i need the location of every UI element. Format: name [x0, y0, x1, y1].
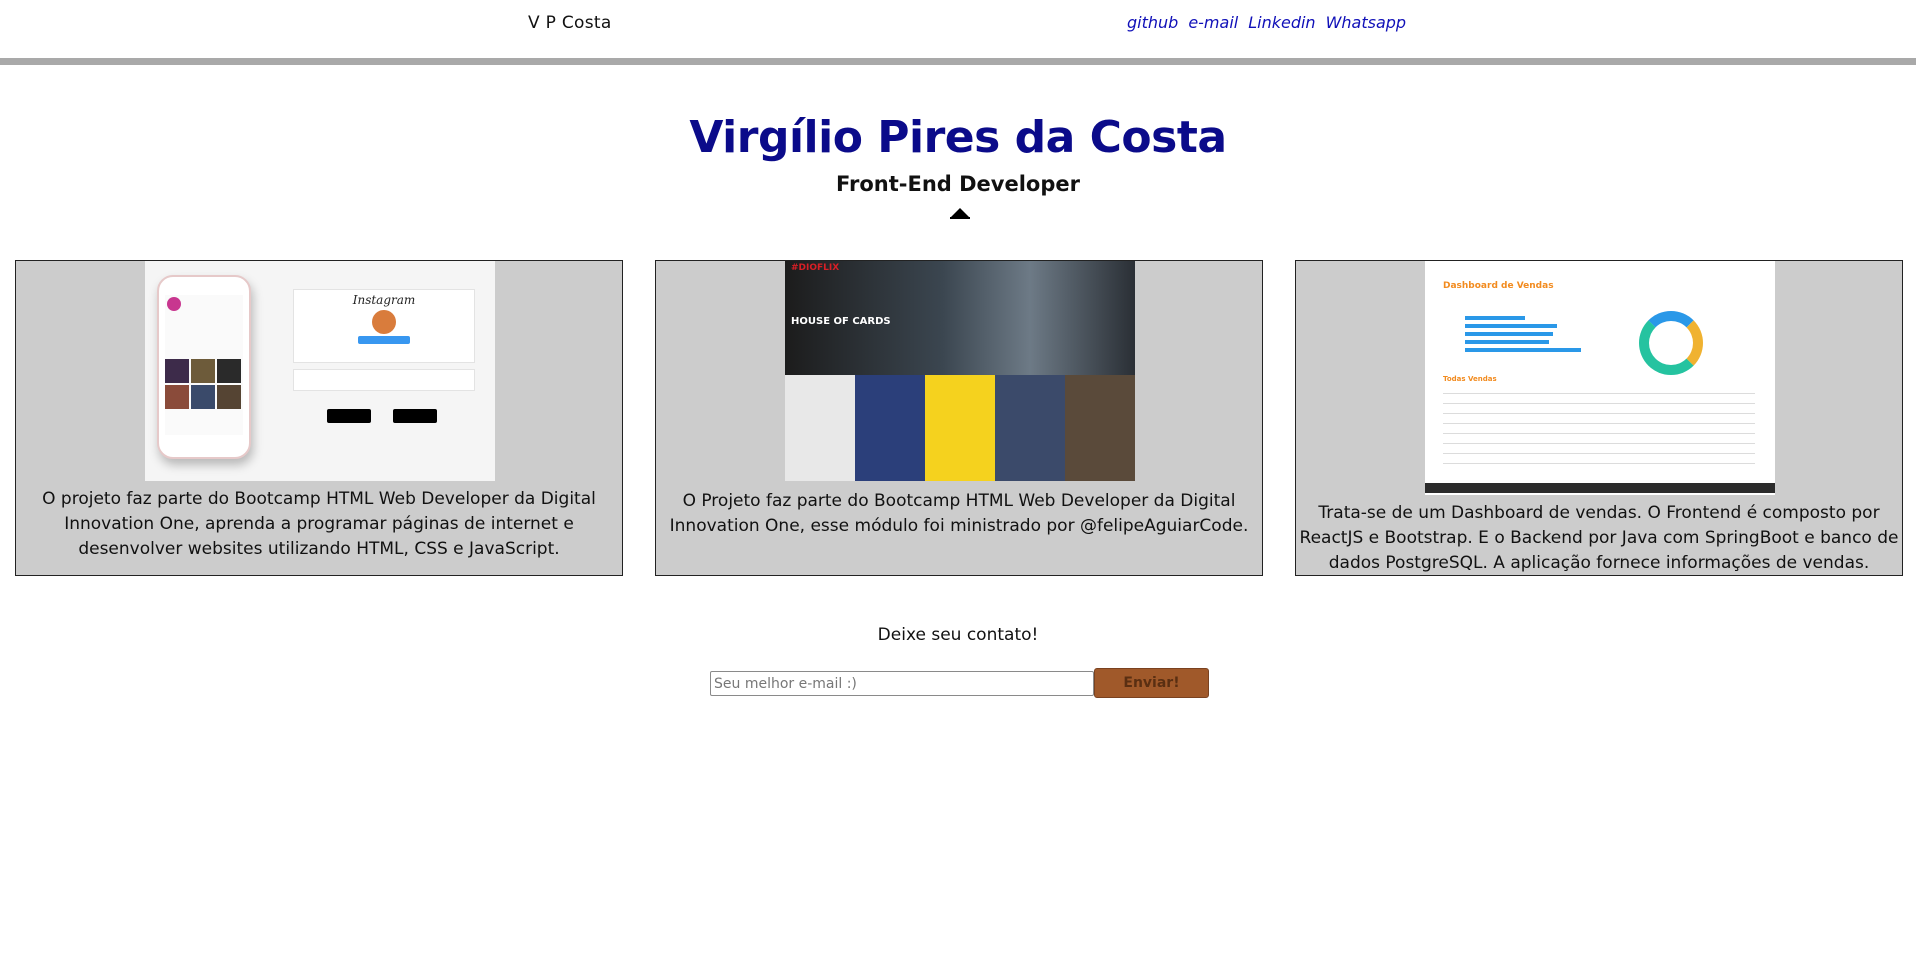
chart-bar: [1465, 324, 1557, 328]
table-title: Todas Vendas: [1443, 375, 1497, 383]
dashboard-footer: [1425, 483, 1775, 493]
dashboard-title: Dashboard de Vendas: [1443, 281, 1554, 291]
poster-row: [785, 375, 1135, 481]
page-title: Virgílio Pires da Costa: [689, 112, 1227, 163]
project-card-dioflix: #DIOFLIX HOUSE OF CARDS O Projeto faz pa…: [655, 260, 1263, 576]
project-description: Trata-se de um Dashboard de vendas. O Fr…: [1299, 503, 1899, 573]
avatar: [372, 310, 396, 334]
signup-panel: [293, 369, 475, 391]
table-row: [1443, 453, 1755, 454]
table-row: [1443, 423, 1755, 424]
table-row: [1443, 443, 1755, 444]
phone-mockup: [157, 275, 251, 459]
page-subtitle: Front-End Developer: [836, 172, 1080, 196]
email-field[interactable]: [710, 671, 1094, 696]
poster-hobbit: [1065, 375, 1135, 481]
instagram-login-panel: Instagram: [293, 289, 475, 363]
table-row: [1443, 433, 1755, 434]
table-row: [1443, 463, 1755, 464]
project-thumbnail-dioflix[interactable]: #DIOFLIX HOUSE OF CARDS: [785, 261, 1135, 481]
chart-bar: [1465, 332, 1553, 336]
chart-bar: [1465, 340, 1549, 344]
table-row: [1443, 413, 1755, 414]
send-button[interactable]: Enviar!: [1094, 668, 1209, 698]
chart-bar: [1465, 316, 1525, 320]
dioflix-hero: #DIOFLIX HOUSE OF CARDS: [785, 261, 1135, 377]
nav-link-email[interactable]: e-mail: [1188, 13, 1238, 32]
nav-links: github e-mail Linkedin Whatsapp: [1127, 13, 1406, 32]
brand-name[interactable]: V P Costa: [528, 13, 612, 33]
project-description: O projeto faz parte do Bootcamp HTML Web…: [42, 489, 596, 559]
poster-umbrella-academy: [785, 375, 855, 481]
project-thumbnail-instagram[interactable]: Instagram: [145, 261, 495, 481]
dioflix-hero-title: HOUSE OF CARDS: [791, 316, 891, 327]
nav-link-whatsapp[interactable]: Whatsapp: [1326, 13, 1407, 32]
poster-civil-war: [995, 375, 1065, 481]
poster-star-wars: [855, 375, 925, 481]
caret-base-line: [950, 217, 970, 219]
dioflix-logo: #DIOFLIX: [791, 263, 840, 273]
app-store-badge: [327, 409, 371, 423]
phone-screen: [165, 295, 243, 435]
poster-pokemon: [925, 375, 995, 481]
nav-link-linkedin[interactable]: Linkedin: [1248, 13, 1315, 32]
google-play-badge: [393, 409, 437, 423]
contact-label: Deixe seu contato!: [877, 625, 1039, 645]
project-card-instagram: Instagram O projeto faz parte do Bootcam…: [15, 260, 623, 576]
nav-link-github[interactable]: github: [1127, 13, 1178, 32]
table-row: [1443, 403, 1755, 404]
chart-bar: [1465, 348, 1581, 352]
table-row: [1443, 393, 1755, 394]
donut-chart: [1639, 311, 1703, 375]
project-thumbnail-dashboard[interactable]: Dashboard de Vendas Todas Vendas: [1425, 261, 1775, 495]
top-navbar: V P Costa github e-mail Linkedin Whatsap…: [0, 0, 1916, 58]
project-description: O Projeto faz parte do Bootcamp HTML Web…: [669, 491, 1249, 536]
instagram-logo: Instagram: [352, 293, 416, 307]
header-divider: [0, 58, 1916, 65]
project-card-dashboard: Dashboard de Vendas Todas Vendas Trata-s…: [1295, 260, 1903, 576]
continue-button-mock: [358, 336, 410, 344]
